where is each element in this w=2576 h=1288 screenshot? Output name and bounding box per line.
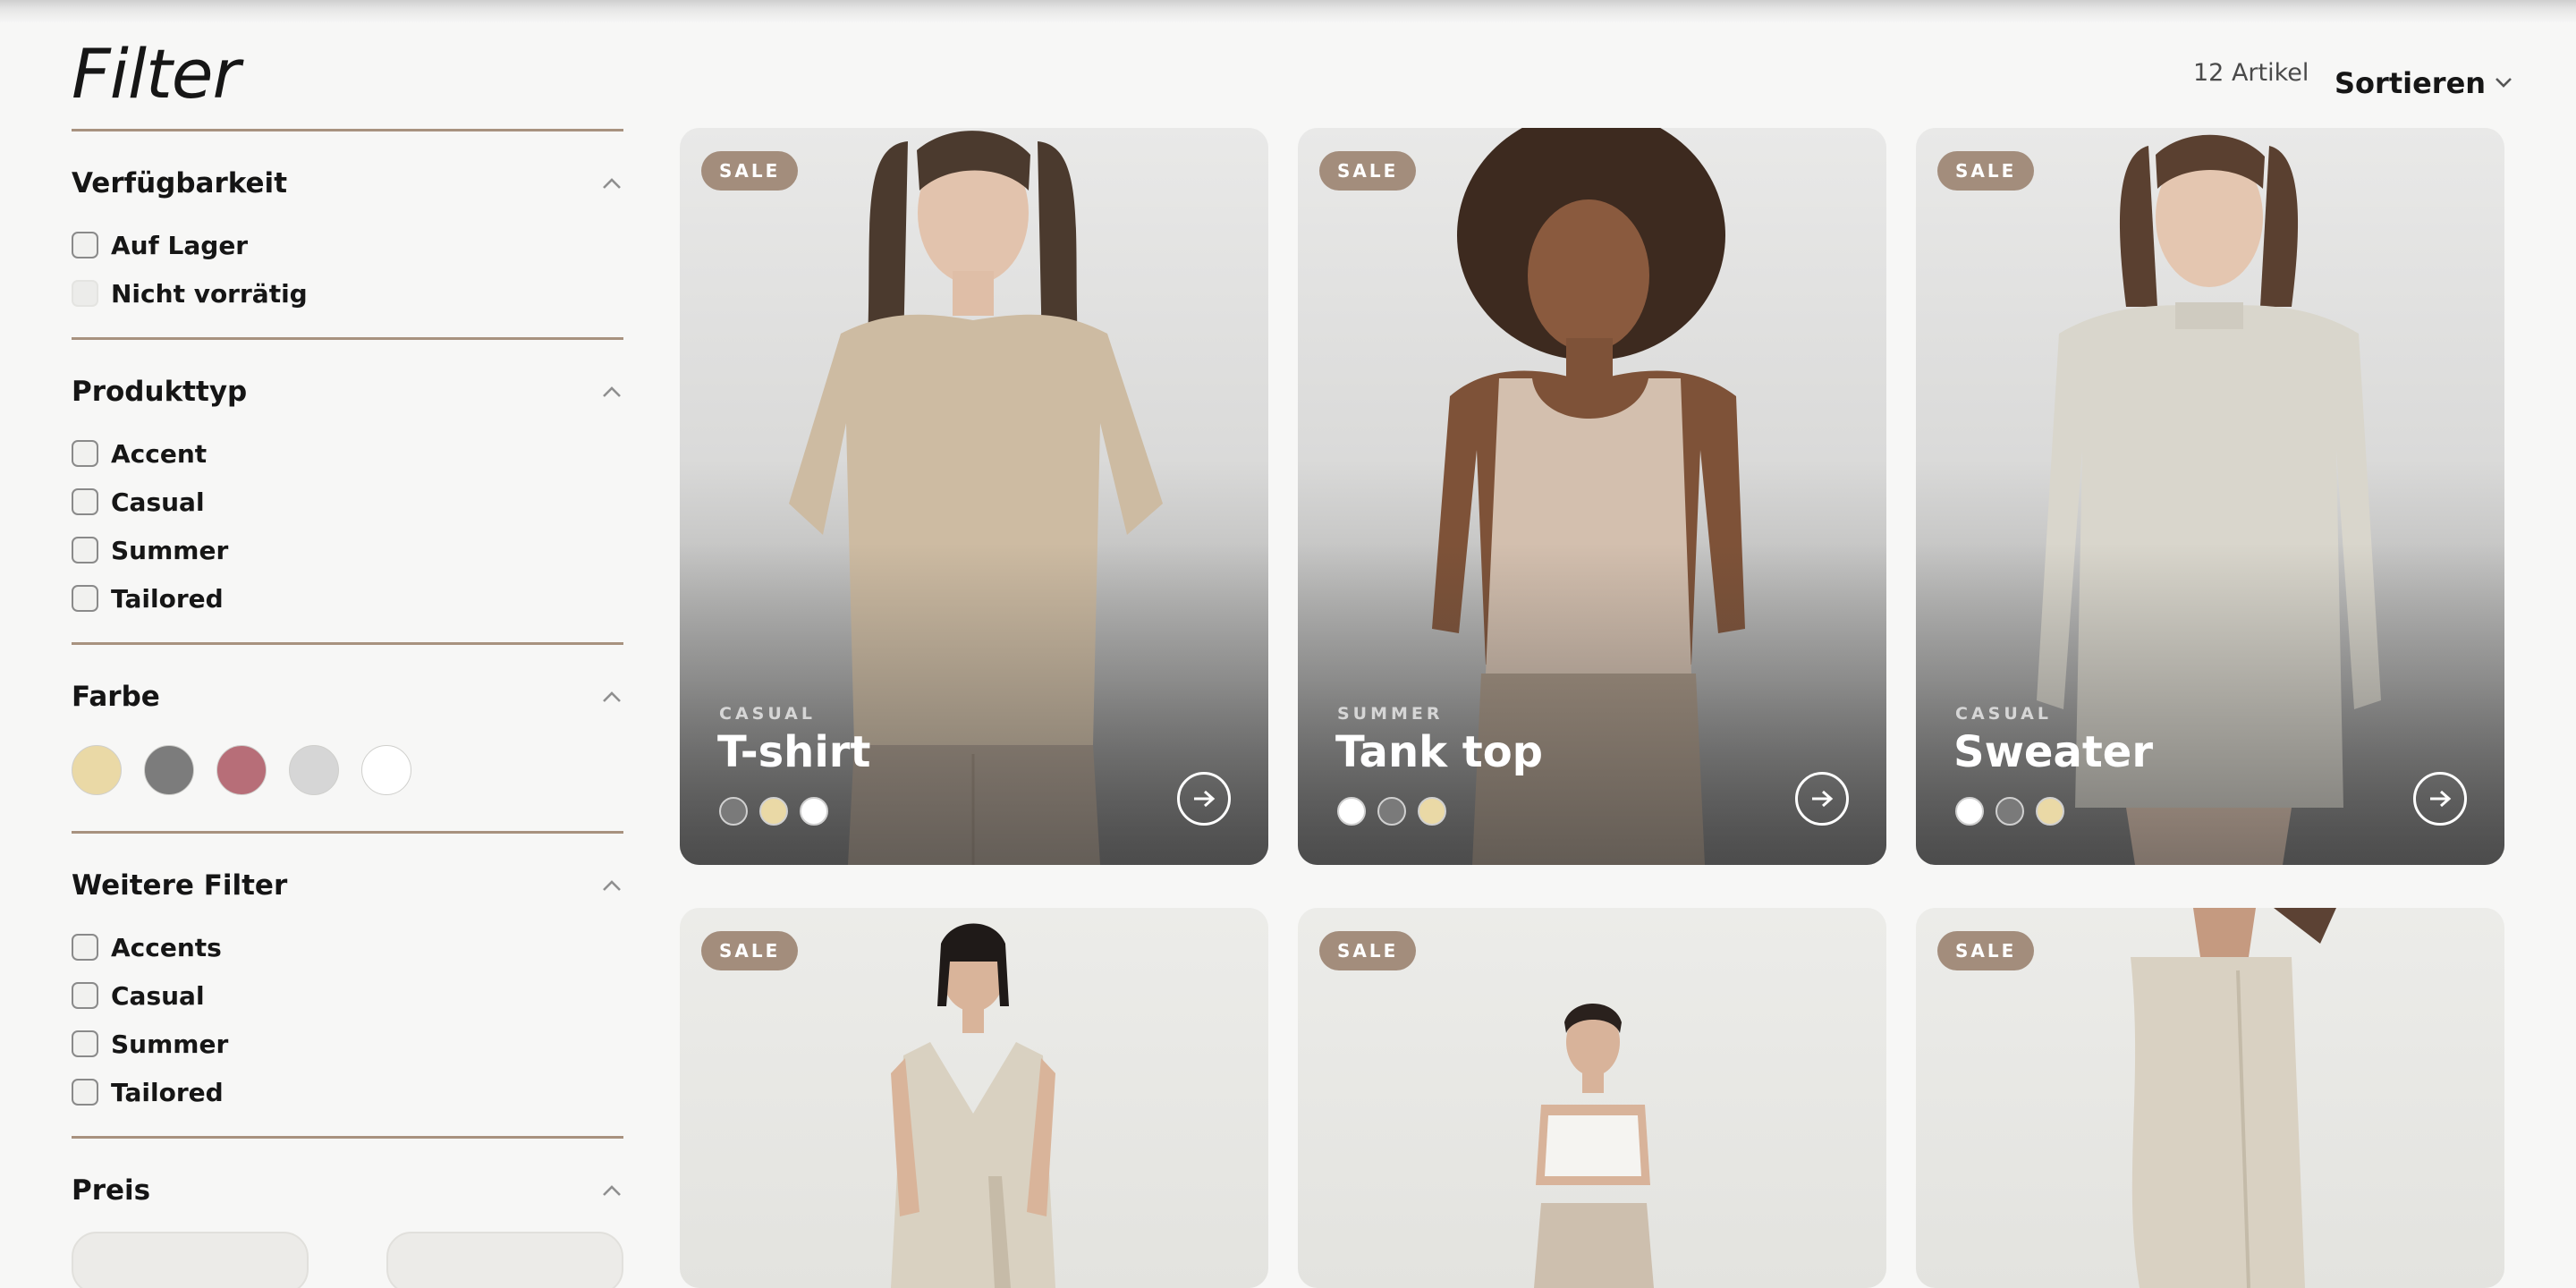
item-count: 12 Artikel [2193, 59, 2309, 87]
option-accents[interactable]: Accents [72, 923, 623, 971]
checkbox[interactable] [72, 537, 98, 564]
arrow-right-icon[interactable] [1177, 772, 1231, 826]
sort-label: Sortieren [2334, 66, 2487, 100]
option-casual[interactable]: Casual [72, 478, 623, 526]
sale-badge: SALE [701, 931, 799, 970]
price-range [72, 1228, 623, 1288]
price-min-input[interactable] [72, 1232, 309, 1288]
product-category: CASUAL [1955, 704, 2052, 724]
product-card[interactable]: SALE SUMMER Tank top [1298, 128, 1886, 865]
option-accent[interactable]: Accent [72, 429, 623, 478]
product-card[interactable]: SALE CASUAL T-shirt [680, 128, 1268, 865]
color-swatch-0[interactable] [72, 745, 122, 795]
filter-section-product-type: Produkttyp Accent Casual Summer Tailored [72, 340, 623, 642]
option-label: Tailored [111, 583, 224, 614]
color-dot-2[interactable] [800, 797, 828, 826]
product-card[interactable]: SALE [1916, 908, 2504, 1288]
section-title: Preis [72, 1174, 151, 1207]
filter-section-color: Farbe [72, 645, 623, 831]
product-card[interactable]: SALE [1298, 908, 1886, 1288]
color-dot-0[interactable] [719, 797, 748, 826]
checkbox[interactable] [72, 934, 98, 961]
section-header-price[interactable]: Preis [72, 1173, 623, 1208]
color-dot-0[interactable] [1955, 797, 1984, 826]
option-label: Accents [111, 932, 222, 962]
option-casual-2[interactable]: Casual [72, 971, 623, 1020]
option-out-of-stock[interactable]: Nicht vorrätig [72, 269, 623, 318]
section-title: Farbe [72, 681, 160, 713]
color-dots [1337, 797, 1446, 826]
color-dot-0[interactable] [1337, 797, 1366, 826]
product-category: SUMMER [1337, 704, 1444, 724]
section-header-color[interactable]: Farbe [72, 679, 623, 715]
chevron-up-icon[interactable] [600, 685, 623, 708]
chevron-up-icon[interactable] [600, 380, 623, 403]
product-name: T-shirt [717, 727, 871, 777]
sale-badge: SALE [1319, 931, 1417, 970]
arrow-right-icon[interactable] [2413, 772, 2467, 826]
option-tailored[interactable]: Tailored [72, 574, 623, 623]
checkbox[interactable] [72, 1030, 98, 1057]
option-summer[interactable]: Summer [72, 526, 623, 574]
color-dots [719, 797, 828, 826]
checkbox[interactable] [72, 585, 98, 612]
section-header-availability[interactable]: Verfügbarkeit [72, 165, 623, 201]
option-label: Tailored [111, 1077, 224, 1107]
color-dots [1955, 797, 2064, 826]
option-label: Accent [111, 438, 208, 469]
color-swatch-2[interactable] [216, 745, 267, 795]
chevron-up-icon[interactable] [600, 172, 623, 195]
option-tailored-2[interactable]: Tailored [72, 1068, 623, 1116]
filter-section-price: Preis [72, 1139, 623, 1288]
section-title: Weitere Filter [72, 869, 288, 902]
color-dot-1[interactable] [1996, 797, 2024, 826]
checkbox[interactable] [72, 440, 98, 467]
chevron-up-icon[interactable] [600, 1179, 623, 1202]
product-category: CASUAL [719, 704, 816, 724]
top-edge-shadow [0, 0, 2576, 23]
product-card[interactable]: SALE CASUAL Sweater [1916, 128, 2504, 865]
arrow-right-icon[interactable] [1795, 772, 1849, 826]
product-name: Tank top [1335, 727, 1544, 777]
sale-badge: SALE [1319, 151, 1417, 191]
price-max-input[interactable] [386, 1232, 623, 1288]
checkbox-disabled[interactable] [72, 280, 98, 307]
color-dot-1[interactable] [1377, 797, 1406, 826]
sale-badge: SALE [1937, 151, 2035, 191]
chevron-up-icon[interactable] [600, 874, 623, 897]
checkbox[interactable] [72, 232, 98, 258]
filter-title: Filter [72, 34, 241, 114]
color-swatch-3[interactable] [289, 745, 339, 795]
option-label: Casual [111, 487, 205, 517]
color-swatch-1[interactable] [144, 745, 194, 795]
section-title: Verfügbarkeit [72, 167, 288, 199]
option-label: Casual [111, 980, 205, 1011]
checkbox[interactable] [72, 1079, 98, 1106]
product-name: Sweater [1953, 727, 2154, 777]
product-card[interactable]: SALE [680, 908, 1268, 1288]
option-in-stock[interactable]: Auf Lager [72, 221, 623, 269]
filter-section-more: Weitere Filter Accents Casual Summer Tai… [72, 834, 623, 1136]
option-label: Nicht vorrätig [111, 278, 308, 309]
option-label: Summer [111, 1029, 229, 1059]
color-swatch-4[interactable] [361, 745, 411, 795]
option-summer-2[interactable]: Summer [72, 1020, 623, 1068]
section-title: Produkttyp [72, 376, 248, 408]
filter-section-availability: Verfügbarkeit Auf Lager Nicht vorrätig [72, 131, 623, 337]
option-label: Auf Lager [111, 230, 249, 260]
sale-badge: SALE [1937, 931, 2035, 970]
color-dot-2[interactable] [2036, 797, 2064, 826]
option-label: Summer [111, 535, 229, 565]
sale-badge: SALE [701, 151, 799, 191]
color-dot-2[interactable] [1418, 797, 1446, 826]
chevron-down-icon [2495, 75, 2512, 92]
sort-dropdown[interactable]: Sortieren [2334, 66, 2512, 100]
color-dot-1[interactable] [759, 797, 788, 826]
section-header-more[interactable]: Weitere Filter [72, 868, 623, 903]
checkbox[interactable] [72, 982, 98, 1009]
filter-sidebar: Filter Verfügbarkeit Auf Lager Nicht vor… [72, 36, 623, 1288]
section-header-product-type[interactable]: Produkttyp [72, 374, 623, 410]
checkbox[interactable] [72, 488, 98, 515]
color-swatches [72, 734, 623, 795]
